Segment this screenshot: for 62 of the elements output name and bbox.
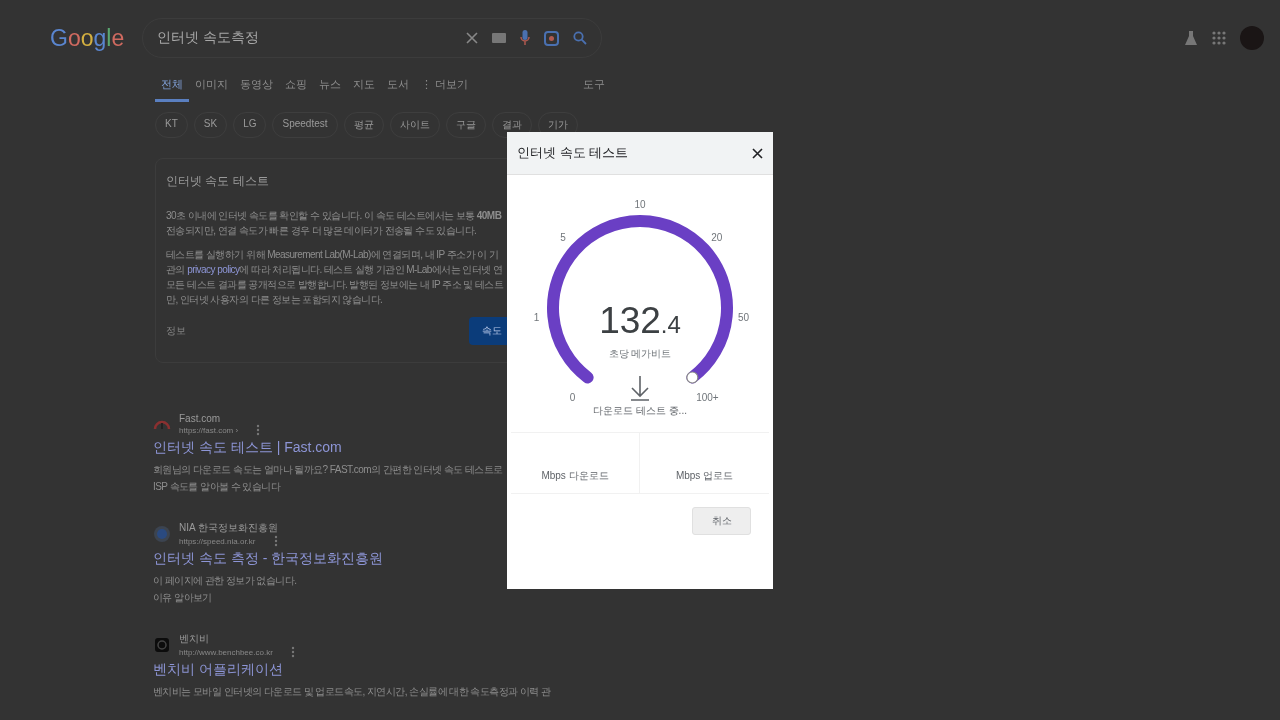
dialog-title: 인터넷 속도 테스트 [517,144,629,162]
gauge-tick-label: 10 [634,198,646,210]
more-options-icon[interactable] [273,535,278,547]
gauge-tick-label: 5 [560,232,566,244]
site-url: http://www.benchbee.co.kr [179,647,273,657]
site-url: https://fast.com › [179,425,239,435]
result-snippet: 이 페이지에 관한 정보가 없습니다. [153,574,297,588]
flask-icon[interactable] [1184,30,1198,46]
search-tab[interactable]: 도서 [381,77,415,102]
card-title: 인터넷 속도 테스트 [166,173,270,190]
search-tab[interactable]: ⋮ 더보기 [415,77,475,102]
result-column-label: Mbps 업로드 [675,469,734,483]
info-label[interactable]: 정보 [166,324,186,338]
learn-why-link[interactable]: 이유 알아보기 [153,589,212,606]
gauge-tick-label: 1 [533,312,540,324]
gauge-tick-label: 50 [738,312,750,324]
test-status: 다운로드 테스트 중... [593,404,687,418]
site-url: https://speed.nia.or.kr [179,536,256,546]
gauge-tick-label: 20 [711,232,723,244]
close-button[interactable] [752,147,763,159]
result-snippet: ISP 속도를 알아볼 수 있습니다 [153,480,281,494]
camera-lens-icon[interactable] [544,30,559,46]
card-text: 30초 이내에 인터넷 속도를 확인할 수 있습니다. 이 속도 테스트에서는 보통 40MB [166,209,502,223]
more-options-icon[interactable] [256,424,261,436]
card-text: 만, 인터넷 사용자의 다른 정보는 포함되지 않습니다. [166,293,383,307]
site-name: Fast.com [179,413,221,424]
tools-tab[interactable]: 도구 [583,77,605,102]
search-tab[interactable]: 쇼핑 [279,77,313,102]
result-title-link[interactable]: 벤치비 어플리케이션 [153,661,283,679]
search-tab[interactable]: 뉴스 [313,77,347,102]
speed-unit: 초당 메가비트 [608,348,672,359]
globe-icon [153,525,171,543]
privacy-policy-link[interactable]: privacy policy [187,264,240,275]
google-logo[interactable]: Google [50,24,142,52]
speed-value: 132.4 [599,300,681,341]
gauge-tick-label: 0 [569,391,576,403]
card-text: 전송되지만, 연결 속도가 빠른 경우 더 많은 데이터가 전송될 수도 있습니다. [166,224,477,238]
card-text: 테스트를 실행하기 위해 Measurement Lab(M-Lab)에 연결되며, 내 IP 주소가 이 기 [166,248,499,262]
search-tab[interactable]: 전체 [155,77,189,102]
card-text: 관의 privacy policy에 따라 처리됩니다. 테스트 실행 기관인 M-Lab에서는 인터넷 연 [166,263,503,277]
card-text: 모든 테스트 결과를 공개적으로 발행합니다. 발행된 정보에는 내 IP 주소 및 테스트 [166,278,504,292]
result-title-link[interactable]: 인터넷 속도 테스트 | Fast.com [153,439,342,457]
search-tab[interactable]: 지도 [347,77,381,102]
result-column-label: Mbps 다운로드 [541,469,609,483]
search-tab[interactable]: 이미지 [189,77,234,102]
result-snippet: 벤치비는 모바일 인터넷의 다운로드 및 업로드속도, 지연시간, 손실률에 대한 속도측정과 이력 관 [153,685,551,699]
more-options-icon[interactable] [290,646,295,658]
close-icon[interactable] [466,32,478,44]
apps-grid-icon[interactable] [1212,31,1226,45]
gauge-tick-label: 100+ [696,391,719,403]
search-query: 인터넷 속도측정 [157,29,260,47]
site-name: 벤치비 [179,632,209,646]
app-icon [153,636,171,654]
site-name: NIA 한국정보화진흥원 [179,521,278,535]
search-tab[interactable]: 동영상 [234,77,279,102]
search-icon[interactable] [573,31,587,45]
microphone-icon[interactable] [520,30,530,46]
cancel-button[interactable]: 취소 [692,507,751,535]
result-snippet: 회원님의 다운로드 속도는 얼마나 될까요? FAST.com의 간편한 인터넷 속도 테스트로 [153,463,503,477]
download-arrow-icon [630,375,650,401]
result-title-link[interactable]: 인터넷 속도 측정 - 한국정보화진흥원 [153,550,384,568]
gauge-needle-dot [686,371,699,384]
